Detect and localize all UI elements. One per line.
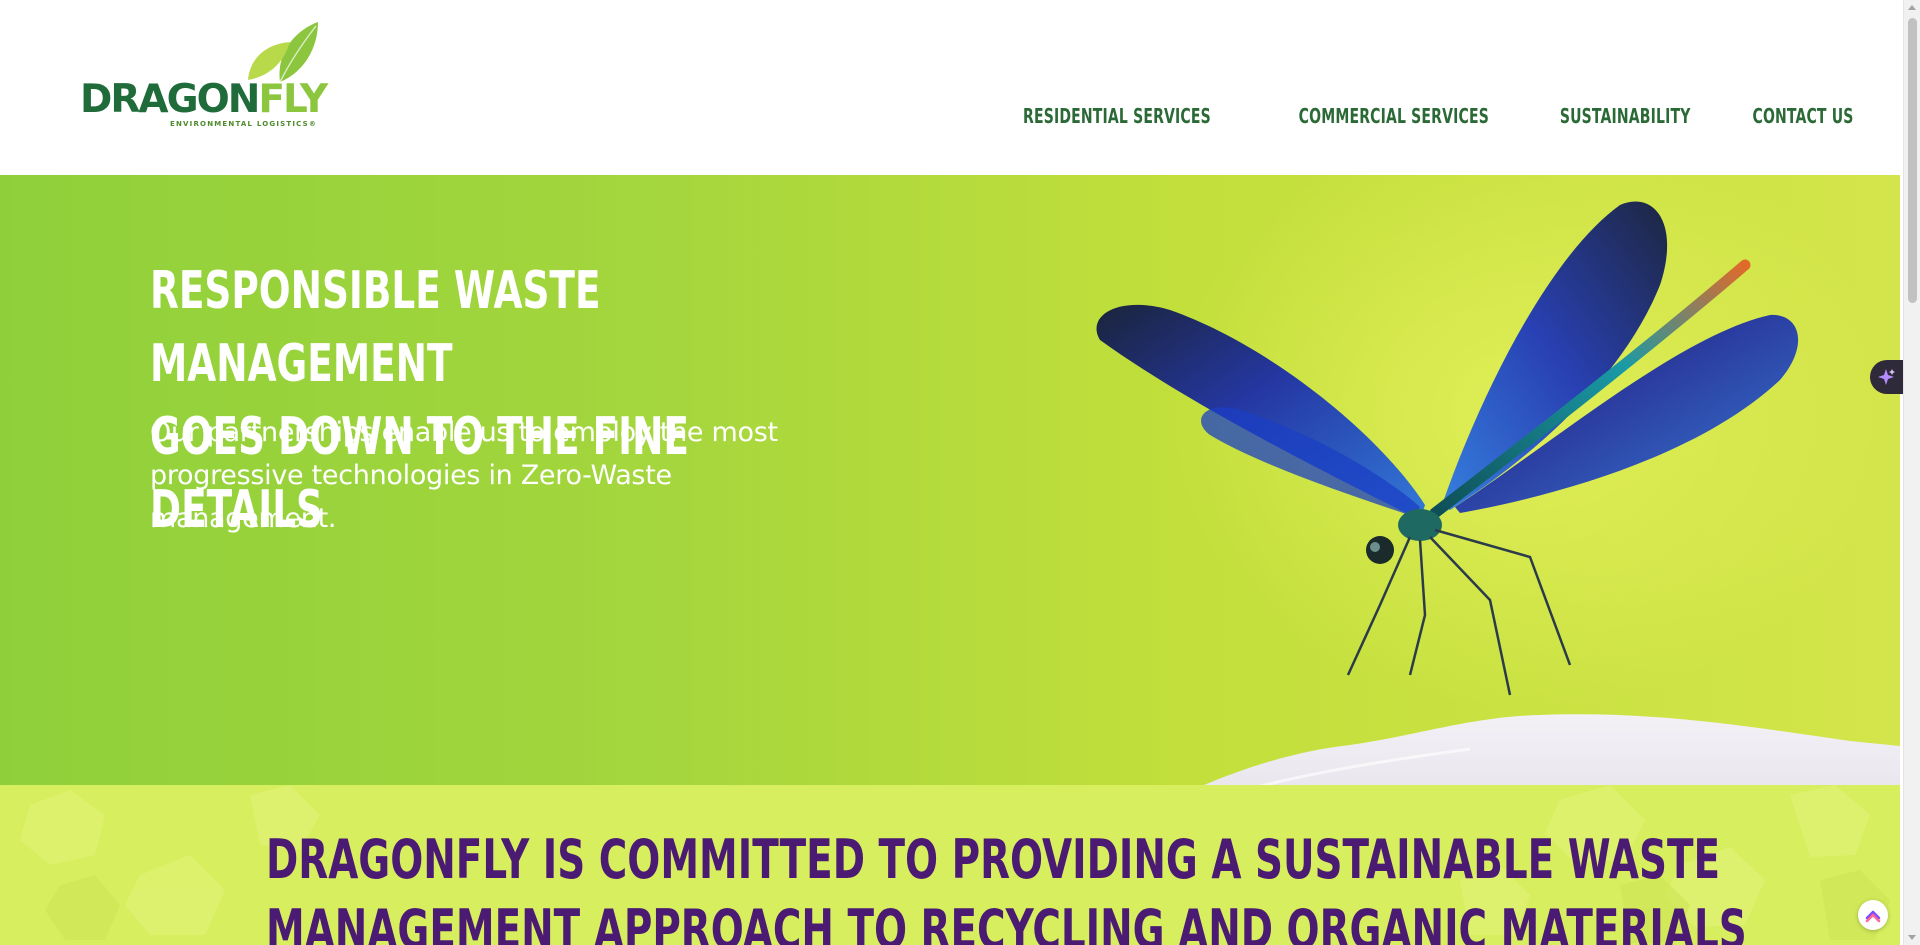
page-scrollbar[interactable]: [1903, 0, 1920, 945]
logo-wordmark: DRAGONFLY: [80, 77, 328, 122]
chat-help-icon: [1865, 910, 1881, 923]
main-nav: RESIDENTIAL SERVICES COMMERCIAL SERVICES…: [970, 104, 1854, 128]
dragonfly-image: [1096, 201, 1799, 696]
hero-subtitle: Our partnerships enable us to employ the…: [150, 417, 778, 534]
chat-help-button[interactable]: [1858, 900, 1888, 930]
nav-contact-us[interactable]: CONTACT US: [1753, 104, 1854, 128]
ai-assistant-button[interactable]: [1870, 360, 1904, 394]
nav-residential-services[interactable]: RESIDENTIAL SERVICES: [1023, 104, 1211, 128]
scroll-up-arrow-icon[interactable]: [1908, 5, 1916, 10]
hero-title-line-1: RESPONSIBLE WASTE MANAGEMENT: [150, 261, 601, 394]
page: DRAGONFLY ENVIRONMENTAL LOGISTICS® RESID…: [0, 0, 1920, 945]
leaf-icon: [248, 22, 318, 83]
scrollbar-thumb[interactable]: [1908, 18, 1917, 303]
scroll-down-arrow-icon[interactable]: [1908, 935, 1916, 940]
dragonfly-logo[interactable]: DRAGONFLY ENVIRONMENTAL LOGISTICS®: [80, 22, 328, 137]
commitment-line-1: DRAGONFLY IS COMMITTED TO PROVIDING A SU…: [266, 828, 1721, 891]
nav-commercial-services[interactable]: COMMERCIAL SERVICES: [1299, 104, 1489, 128]
sparkle-icon: [1878, 369, 1895, 385]
commitment-heading: DRAGONFLY IS COMMITTED TO PROVIDING A SU…: [0, 825, 1900, 945]
site-header: DRAGONFLY ENVIRONMENTAL LOGISTICS® RESID…: [0, 0, 1900, 175]
commitment-line-2: MANAGEMENT APPROACH TO RECYCLING AND ORG…: [266, 898, 1747, 945]
logo-tagline: ENVIRONMENTAL LOGISTICS®: [170, 120, 318, 128]
nav-sustainability[interactable]: SUSTAINABILITY: [1560, 104, 1691, 128]
hero-banner: RESPONSIBLE WASTE MANAGEMENT GOES DOWN T…: [0, 175, 1900, 785]
commitment-section: DRAGONFLY IS COMMITTED TO PROVIDING A SU…: [0, 785, 1900, 945]
